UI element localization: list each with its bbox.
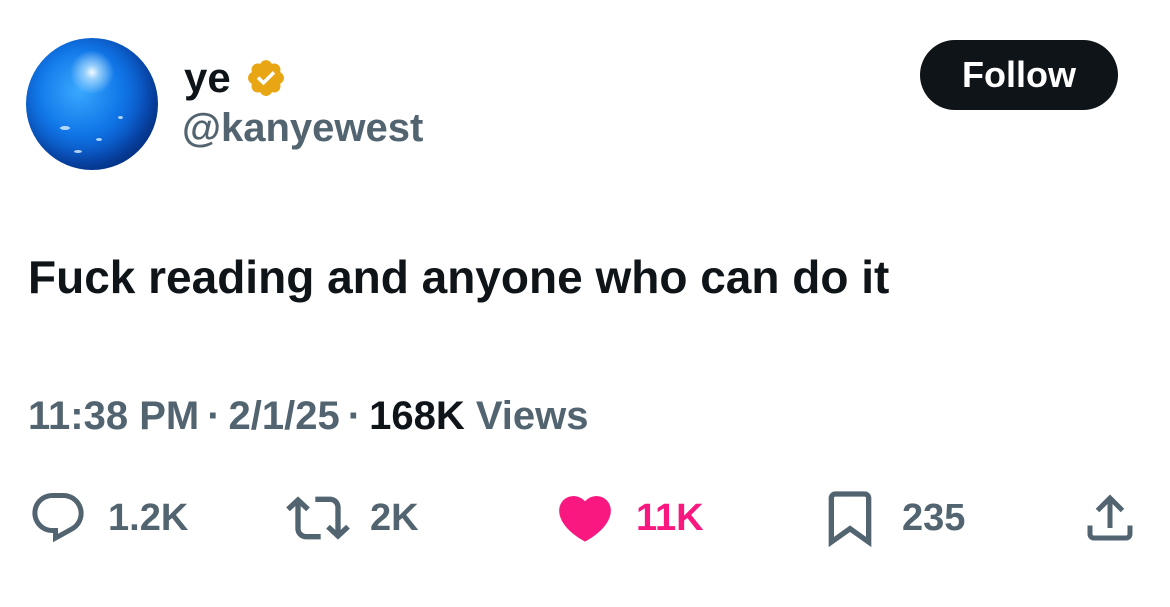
tweet-text: Fuck reading and anyone who can do it [28,251,890,303]
share-icon [1080,488,1140,548]
like-button[interactable]: 11K [554,486,704,550]
retweet-button[interactable]: 2K [286,486,419,550]
views-label: Views [475,394,589,438]
heart-icon [554,487,616,549]
reply-count: 1.2K [108,497,189,539]
reply-button[interactable]: 1.2K [28,486,188,550]
avatar[interactable] [26,38,158,170]
bookmark-count: 235 [902,497,966,539]
bookmark-icon [818,486,882,550]
tweet-date[interactable]: 2/1/25 [229,394,340,438]
separator-dot: · [347,394,362,438]
user-handle[interactable]: @kanyewest [182,108,423,148]
display-name[interactable]: ye [184,57,231,99]
like-count: 11K [636,497,704,539]
tweet-time[interactable]: 11:38 PM [28,394,199,438]
views-count: 168K [369,394,465,438]
bookmark-button[interactable]: 235 [818,486,965,550]
retweet-icon [286,486,350,550]
user-name-row[interactable]: ye [184,52,287,104]
tweet-meta: 11:38 PM · 2/1/25 · 168K Views [28,392,589,440]
retweet-count: 2K [370,497,419,539]
verified-badge-icon [245,57,287,99]
separator-dot: · [207,394,221,438]
share-button[interactable] [1080,486,1140,550]
follow-button[interactable]: Follow [920,40,1118,110]
reply-icon [28,488,88,548]
